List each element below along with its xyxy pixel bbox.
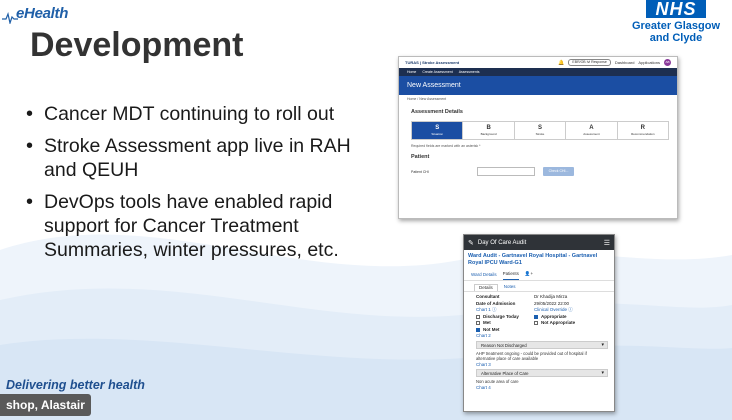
checkbox-box — [534, 321, 538, 326]
topbar-right: 🔔 EBR/OB Ivl Response Dashboard Applicat… — [558, 59, 671, 66]
add-patient-icon[interactable]: 👤+ — [525, 271, 533, 280]
nhs-board-line2: and Clyde — [649, 32, 703, 44]
step-key: R — [640, 125, 645, 131]
app-nav: Home Create Assessment Assessments — [399, 68, 677, 76]
ehealth-logo-text: eHealth — [16, 5, 69, 22]
checkbox-box-checked — [476, 327, 480, 332]
step-label: Situation — [431, 132, 444, 136]
reason-not-discharged-select[interactable]: Reason Not Discharged — [476, 340, 608, 349]
patient-details: Consultant Dr Khadija Mirza Date of Admi… — [464, 291, 614, 391]
step-label: Stroke — [535, 132, 545, 136]
chart3-label: Chart 3 — [476, 361, 491, 367]
chart2-label: Chart 2 — [476, 333, 491, 338]
sbar-stepper: S Situation B Background S Stroke A Asse… — [411, 121, 669, 140]
chart1-label: Chart 1 — [476, 307, 491, 312]
user-pill[interactable]: EBR/OB Ivl Response — [568, 59, 611, 66]
checkbox-label: Not Appropriate — [541, 320, 576, 325]
subtab-notes[interactable]: Notes — [500, 284, 520, 291]
slide-title: Development — [30, 26, 244, 64]
subtab-details[interactable]: Details — [474, 284, 498, 291]
app-brand: TURAS | Stroke Assessment — [405, 60, 460, 65]
tab-patients[interactable]: Patients — [502, 271, 519, 280]
checkbox-box — [476, 321, 480, 326]
audit-tabs: Ward Details Patients 👤+ — [464, 267, 614, 281]
audit-header: ✎ Day Of Care Audit ☰ — [464, 235, 614, 250]
step-key: B — [486, 125, 491, 131]
footer-tagline: Delivering better health — [6, 378, 145, 392]
step-recommendation[interactable]: R Recommendation — [618, 122, 668, 139]
step-key: S — [538, 125, 543, 131]
checkbox-box — [476, 314, 480, 319]
audit-title: Day Of Care Audit — [477, 239, 527, 246]
override-options: Appropriate Not Appropriate — [534, 314, 575, 334]
applications-menu[interactable]: Applications — [638, 60, 660, 65]
nav-item-home[interactable]: Home — [407, 70, 416, 74]
step-label: Assessment — [583, 132, 600, 136]
nhs-logo: NHS Greater Glasgow and Clyde — [626, 0, 726, 54]
info-icon: ⓘ — [492, 307, 497, 312]
ward-title: Ward Audit - Gartnavel Royal Hospital - … — [468, 253, 598, 266]
bullet-item: Cancer MDT continuing to roll out — [26, 102, 371, 126]
day-of-care-audit-screenshot: ✎ Day Of Care Audit ☰ Ward Audit - Gartn… — [463, 234, 615, 412]
checkbox-group: Discharge Today Met Not Met Appropriate … — [476, 314, 606, 334]
bullet-list: Cancer MDT continuing to roll out Stroke… — [26, 102, 371, 270]
step-situation[interactable]: S Situation — [412, 122, 464, 139]
section-title: Assessment Details — [411, 109, 463, 115]
step-assessment[interactable]: A Assessment — [566, 122, 618, 139]
page-banner: New Assessment — [399, 76, 677, 95]
checkbox-not-appropriate[interactable]: Not Appropriate — [534, 320, 575, 327]
nav-item-create-assessment[interactable]: Create Assessment — [422, 70, 452, 74]
chart4-label: Chart 4 — [476, 384, 491, 390]
check-chi-button[interactable]: Check CHI... — [543, 167, 574, 176]
step-label: Background — [480, 132, 497, 136]
tab-ward-details[interactable]: Ward Details — [471, 272, 497, 280]
patient-chi-input[interactable] — [477, 167, 535, 176]
step-stroke[interactable]: S Stroke — [515, 122, 567, 139]
breadcrumb[interactable]: Home / New Assessment — [399, 95, 677, 103]
bell-icon[interactable]: 🔔 — [558, 60, 564, 66]
avatar[interactable]: AB — [664, 59, 671, 66]
nhs-board-line1: Greater Glasgow — [631, 20, 721, 32]
step-label: Recommendation — [631, 132, 655, 136]
patient-chi-label: Patient CHI — [411, 169, 429, 174]
step-background[interactable]: B Background — [463, 122, 515, 139]
step-key: A — [589, 125, 594, 131]
nav-item-assessments[interactable]: Assessments — [459, 70, 480, 74]
checkbox-box-checked — [534, 314, 538, 319]
required-note: Required fields are marked with an aster… — [411, 144, 481, 148]
patient-subtabs: Details Notes — [464, 281, 614, 291]
patient-section-title: Patient — [411, 154, 430, 160]
patient-chi-row: Patient CHI Check CHI... — [399, 160, 677, 176]
hamburger-menu-icon[interactable]: ☰ — [604, 239, 610, 247]
nhs-badge: NHS — [646, 0, 706, 18]
presenter-name-tag: shop, Alastair — [0, 394, 91, 416]
dashboard-link[interactable]: Dashboard — [615, 60, 635, 65]
bullet-item: DevOps tools have enabled rapid support … — [26, 190, 371, 262]
edit-icon: ✎ — [468, 239, 474, 247]
stroke-assessment-screenshot: TURAS | Stroke Assessment 🔔 EBR/OB Ivl R… — [398, 56, 678, 219]
chart1-options: Discharge Today Met Not Met — [476, 314, 534, 334]
reason-note: AHP treatment ongoing - could be provide… — [476, 350, 587, 362]
app-topbar: TURAS | Stroke Assessment 🔔 EBR/OB Ivl R… — [399, 57, 677, 68]
clinical-override-label: Clinical Override — [534, 307, 568, 312]
bullet-item: Stroke Assessment app live in RAH and QE… — [26, 134, 371, 182]
alternative-place-select[interactable]: Alternative Place of Care — [476, 369, 608, 377]
info-icon: ⓘ — [568, 307, 573, 312]
step-key: S — [435, 125, 440, 131]
